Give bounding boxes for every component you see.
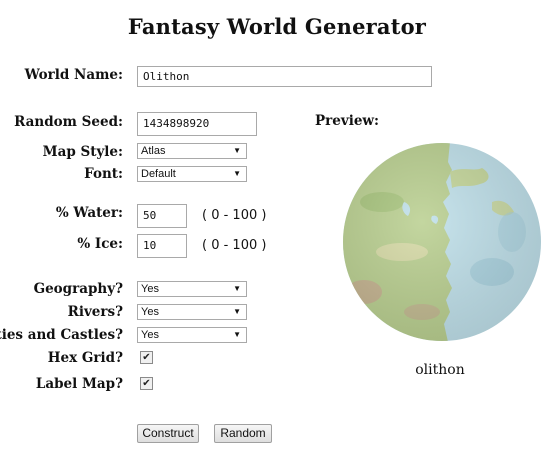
ice-input[interactable]: 10 bbox=[137, 234, 187, 258]
map-style-select[interactable]: Atlas ▼ bbox=[137, 143, 247, 159]
preview-world-label: olithon bbox=[415, 362, 465, 378]
random-button[interactable]: Random bbox=[214, 424, 272, 443]
rivers-label: Rivers? bbox=[67, 304, 123, 320]
chevron-down-icon: ▼ bbox=[233, 284, 241, 293]
random-seed-input[interactable]: 1434898920 bbox=[137, 112, 257, 136]
page-title: Fantasy World Generator bbox=[127, 14, 427, 39]
cities-value: Yes bbox=[141, 329, 159, 341]
label-map-label: Label Map? bbox=[35, 376, 123, 392]
checkmark-icon: ✔ bbox=[142, 352, 151, 363]
geography-label: Geography? bbox=[33, 281, 123, 297]
preview-label: Preview: bbox=[315, 113, 380, 129]
construct-button[interactable]: Construct bbox=[137, 424, 199, 443]
water-range-hint: ( 0 - 100 ) bbox=[202, 208, 267, 223]
font-value: Default bbox=[141, 168, 176, 180]
font-label: Font: bbox=[84, 166, 123, 182]
chevron-down-icon: ▼ bbox=[233, 307, 241, 316]
hex-grid-checkbox[interactable]: ✔ bbox=[140, 351, 153, 364]
rivers-select[interactable]: Yes ▼ bbox=[137, 304, 247, 320]
globe-shading bbox=[343, 143, 541, 341]
rivers-value: Yes bbox=[141, 306, 159, 318]
chevron-down-icon: ▼ bbox=[233, 146, 241, 155]
label-map-checkbox[interactable]: ✔ bbox=[140, 377, 153, 390]
chevron-down-icon: ▼ bbox=[233, 330, 241, 339]
ice-label: % Ice: bbox=[77, 236, 123, 252]
cities-label: Cities and Castles? bbox=[0, 327, 123, 343]
hex-grid-label: Hex Grid? bbox=[47, 350, 123, 366]
geography-value: Yes bbox=[141, 283, 159, 295]
water-input[interactable]: 50 bbox=[137, 204, 187, 228]
map-style-label: Map Style: bbox=[42, 144, 123, 160]
random-seed-label: Random Seed: bbox=[14, 114, 123, 130]
ice-range-hint: ( 0 - 100 ) bbox=[202, 238, 267, 253]
geography-select[interactable]: Yes ▼ bbox=[137, 281, 247, 297]
world-name-input[interactable]: Olithon bbox=[137, 66, 432, 87]
world-name-label: World Name: bbox=[24, 67, 123, 83]
cities-select[interactable]: Yes ▼ bbox=[137, 327, 247, 343]
chevron-down-icon: ▼ bbox=[233, 169, 241, 178]
font-select[interactable]: Default ▼ bbox=[137, 166, 247, 182]
map-style-value: Atlas bbox=[141, 145, 166, 157]
world-preview-globe bbox=[343, 143, 541, 341]
water-label: % Water: bbox=[55, 205, 123, 221]
checkmark-icon: ✔ bbox=[142, 378, 151, 389]
